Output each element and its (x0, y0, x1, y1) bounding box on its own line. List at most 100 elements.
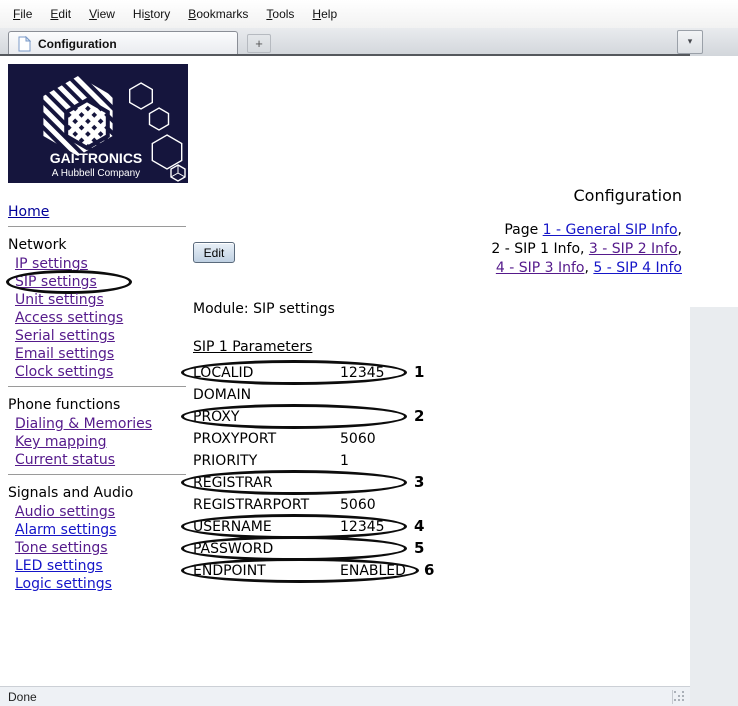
sidebar-row-clock-settings: Clock settings (8, 363, 188, 381)
logo-tagline-text: A Hubbell Company (52, 168, 140, 179)
sidebar-link-led-settings[interactable]: LED settings (15, 558, 103, 574)
page-link-4-sip-3-info[interactable]: 4 - SIP 3 Info (496, 260, 585, 276)
logo-brand-text: GAI-TRONICS (50, 150, 143, 166)
sidebar-nav: Home Network IP settings SIP settings Unit … (6, 203, 188, 593)
page-link-1-general-sip-info[interactable]: 1 - General SIP Info (543, 222, 678, 238)
sidebar-link-logic-settings[interactable]: Logic settings (15, 576, 112, 592)
param-name: PROXYPORT (193, 431, 277, 447)
sidebar-row-current-status: Current status (8, 451, 188, 469)
tab-title: Configuration (38, 37, 117, 51)
module-line: Module: SIP settings (193, 301, 335, 317)
sidebar-link-home[interactable]: Home (8, 204, 49, 220)
sidebar-link-sip-settings[interactable]: SIP settings (15, 274, 97, 290)
menu-file[interactable]: File (4, 2, 41, 26)
sidebar-heading-signals-and-audio: Signals and Audio (8, 485, 134, 501)
param-name: USERNAME (193, 519, 272, 535)
page-nav-text: Page (504, 222, 543, 238)
param-name: PRIORITY (193, 453, 258, 469)
sidebar-row-serial-settings: Serial settings (8, 327, 188, 345)
sidebar-divider (8, 386, 186, 387)
sidebar-link-clock-settings[interactable]: Clock settings (15, 364, 113, 380)
param-value: 5060 (340, 497, 376, 513)
sidebar-link-serial-settings[interactable]: Serial settings (15, 328, 115, 344)
param-row-registrar: REGISTRAR 3 (181, 470, 493, 495)
sidebar-row-access-settings: Access settings (8, 309, 188, 327)
page-icon (18, 36, 31, 52)
menu-help[interactable]: Help (303, 2, 346, 26)
gai-tronics-logo: GAI-TRONICS A Hubbell Company (8, 64, 188, 183)
params-rows: LOCALID 12345 1 DOMAIN PROXY 2 PROXYPORT 5060 PR… (181, 360, 493, 583)
menu-tools[interactable]: Tools (257, 2, 303, 26)
page-nav-text: , (677, 241, 682, 257)
annotation-number-6: 6 (424, 561, 435, 579)
sidebar-row-ip-settings: IP settings (8, 255, 188, 273)
annotation-number-2: 2 (414, 407, 425, 425)
menu-bar: File Edit View History Bookmarks Tools Help (0, 0, 738, 28)
background-window-edge (690, 307, 738, 706)
status-bar-divider (672, 690, 673, 704)
sidebar-row-alarm-settings: Alarm settings (8, 521, 188, 539)
param-row-username: USERNAME 12345 4 (181, 514, 493, 539)
sidebar-link-current-status[interactable]: Current status (15, 452, 115, 468)
page-link-5-sip-4-info[interactable]: 5 - SIP 4 Info (593, 260, 682, 276)
sidebar-link-unit-settings[interactable]: Unit settings (15, 292, 104, 308)
sidebar-link-audio-settings[interactable]: Audio settings (15, 504, 115, 520)
sidebar-link-alarm-settings[interactable]: Alarm settings (15, 522, 116, 538)
page-content: GAI-TRONICS A Hubbell Company Home Netwo… (0, 56, 738, 686)
tab-configuration[interactable]: Configuration (8, 31, 238, 56)
tab-list-dropdown-button[interactable]: ▾ (677, 30, 703, 54)
param-name: PASSWORD (193, 541, 274, 557)
menu-view[interactable]: View (80, 2, 124, 26)
page-nav-line-1: Page 1 - General SIP Info, (491, 221, 682, 240)
resize-grip-icon[interactable] (674, 691, 685, 702)
param-value: 1 (340, 453, 349, 469)
page-title: Configuration (573, 186, 682, 205)
sidebar-row-tone-settings: Tone settings (8, 539, 188, 557)
menu-edit[interactable]: Edit (41, 2, 80, 26)
sidebar-row-logic-settings: Logic settings (8, 575, 188, 593)
page-link-3-sip-2-info[interactable]: 3 - SIP 2 Info (589, 241, 678, 257)
sidebar-row-key-mapping: Key mapping (8, 433, 188, 451)
sidebar-row-led-settings: LED settings (8, 557, 188, 575)
sidebar-link-email-settings[interactable]: Email settings (15, 346, 114, 362)
param-value: 12345 (340, 365, 385, 381)
sidebar-link-key-mapping[interactable]: Key mapping (15, 434, 106, 450)
sidebar-row-audio-settings: Audio settings (8, 503, 188, 521)
menu-history[interactable]: History (124, 2, 179, 26)
plus-icon: + (255, 36, 263, 51)
sidebar-link-dialing-memories[interactable]: Dialing & Memories (15, 416, 152, 432)
param-row-password: PASSWORD 5 (181, 536, 493, 561)
param-name: ENDPOINT (193, 563, 266, 579)
annotation-number-4: 4 (414, 517, 425, 535)
sidebar-link-tone-settings[interactable]: Tone settings (15, 540, 108, 556)
param-value: 5060 (340, 431, 376, 447)
annotation-number-5: 5 (414, 539, 425, 557)
sidebar-heading-phone-functions: Phone functions (8, 397, 121, 413)
param-row-domain: DOMAIN (193, 384, 493, 406)
sidebar-home-row: Home (8, 203, 188, 221)
param-value: 12345 (340, 519, 385, 535)
menu-bookmarks[interactable]: Bookmarks (179, 2, 257, 26)
params-heading: SIP 1 Parameters (193, 339, 313, 355)
sidebar-sections: Network IP settings SIP settings Unit setti… (6, 226, 188, 593)
sidebar-link-ip-settings[interactable]: IP settings (15, 256, 88, 272)
page-nav-text: 2 - SIP 1 Info, (491, 241, 589, 257)
param-name: REGISTRARPORT (193, 497, 310, 513)
new-tab-button[interactable]: + (247, 34, 271, 53)
sidebar-row-dialing-memories: Dialing & Memories (8, 415, 188, 433)
edit-button[interactable]: Edit (193, 242, 235, 263)
page-nav-line-2: 2 - SIP 1 Info, 3 - SIP 2 Info, (491, 240, 682, 259)
param-row-proxyport: PROXYPORT 5060 (193, 428, 493, 450)
param-name: PROXY (193, 409, 240, 425)
sidebar-heading-network: Network (8, 237, 67, 253)
browser-window: { "menu_bar": { "items": [ {"label": "Fi… (0, 0, 738, 706)
sidebar-link-access-settings[interactable]: Access settings (15, 310, 123, 326)
menu-bar-items: File Edit View History Bookmarks Tools Help (4, 2, 346, 26)
param-name: LOCALID (193, 365, 254, 381)
edit-button-label: Edit (203, 245, 225, 260)
sidebar-row-unit-settings: Unit settings (8, 291, 188, 309)
param-name: DOMAIN (193, 387, 252, 403)
param-name: REGISTRAR (193, 475, 273, 491)
param-row-proxy: PROXY 2 (181, 404, 493, 429)
sidebar-divider (8, 226, 186, 227)
